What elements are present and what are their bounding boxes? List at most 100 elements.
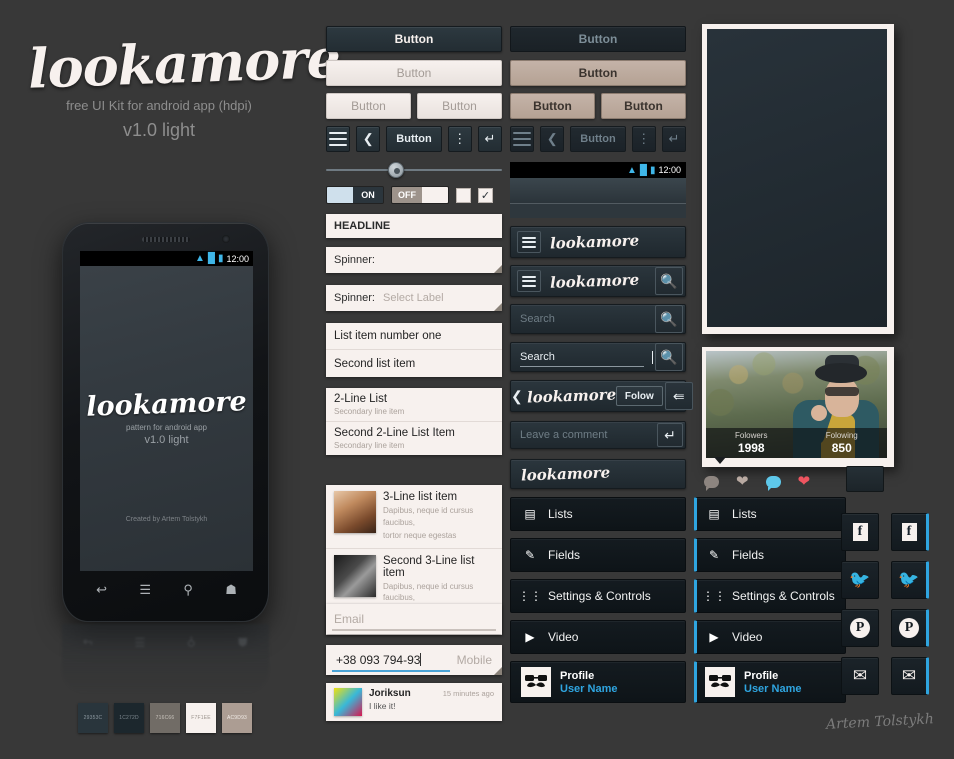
menu-icon[interactable] xyxy=(510,126,535,152)
list-item[interactable]: List item number one xyxy=(326,323,502,350)
comment-input-bar[interactable]: Leave a comment ↵ xyxy=(510,421,686,449)
sidebar-item-profile-accent[interactable]: Profile User Name xyxy=(694,661,846,703)
profile-username: User Name xyxy=(560,682,618,695)
menu-icon[interactable] xyxy=(517,231,541,253)
phone-search-icon[interactable]: ⚲ xyxy=(183,582,193,598)
phone-field-panel[interactable]: +38 093 794-93 Mobile xyxy=(326,645,502,675)
person-hand xyxy=(811,405,827,421)
sidebar-item-label: Settings & Controls xyxy=(732,589,835,603)
email-icon[interactable]: ✉ xyxy=(841,657,879,695)
back-icon[interactable]: ❮ xyxy=(356,126,381,152)
tan-button-pair-right[interactable]: Button xyxy=(601,93,686,119)
comment-bubble-blue-icon[interactable] xyxy=(765,475,781,491)
button-pair-left[interactable]: Button xyxy=(326,93,411,119)
car-thumbnail-icon xyxy=(334,554,376,597)
heart-grey-icon[interactable]: ❤ xyxy=(736,474,749,489)
toggle-on[interactable]: ON xyxy=(326,186,384,204)
pinterest-icon-accent[interactable]: P xyxy=(891,609,929,647)
search-input-wrap[interactable]: Search xyxy=(511,343,653,371)
search-input[interactable]: Search xyxy=(511,313,653,325)
portrait-thumbnail-icon xyxy=(334,491,376,533)
back-icon[interactable]: ❮ xyxy=(511,388,523,405)
sidebar-item-settings-accent[interactable]: ⋮⋮ Settings & Controls xyxy=(694,579,846,613)
slider-knob[interactable] xyxy=(388,162,404,178)
secondary-button[interactable]: Button xyxy=(326,60,502,86)
comment-bubble-grey-icon[interactable] xyxy=(704,475,719,491)
email-icon-accent[interactable]: ✉ xyxy=(891,657,929,695)
spinner-filled[interactable]: Spinner: Select Label xyxy=(326,285,502,311)
toggle-off[interactable]: OFF xyxy=(391,186,449,204)
list-item[interactable]: Second list item xyxy=(326,350,502,377)
toolbar-button[interactable]: Button xyxy=(570,126,626,152)
checkbox-unchecked[interactable] xyxy=(456,187,471,203)
sidebar-item-profile[interactable]: Profile User Name xyxy=(510,661,686,703)
enter-icon[interactable]: ↵ xyxy=(657,423,683,447)
primary-button[interactable]: Button xyxy=(326,26,502,52)
email-field[interactable]: Email xyxy=(326,604,502,634)
spinner-empty-row[interactable]: Spinner: xyxy=(326,247,502,273)
action-bar-with-search[interactable]: lookamore 🔍 xyxy=(510,265,686,297)
phone-menu-icon[interactable]: ☰ xyxy=(139,582,151,598)
back-icon[interactable]: ❮ xyxy=(540,126,565,152)
slider[interactable] xyxy=(326,160,502,180)
sidebar-item-video[interactable]: ▶ Video xyxy=(510,620,686,654)
menu-icon[interactable] xyxy=(326,126,351,152)
search-icon[interactable]: 🔍 xyxy=(655,305,683,333)
overflow-icon[interactable]: ⋮ xyxy=(631,126,656,152)
ghost-button[interactable]: Button xyxy=(510,26,686,52)
list-item[interactable]: 3-Line list item Dapibus, neque id cursu… xyxy=(326,485,502,549)
facebook-icon-accent[interactable]: f xyxy=(891,513,929,551)
checkbox-checked[interactable]: ✓ xyxy=(478,187,493,203)
color-swatch: 1C272D xyxy=(114,703,144,733)
action-bar-title[interactable]: lookamore xyxy=(510,226,686,258)
toolbar-button[interactable]: Button xyxy=(386,126,442,152)
search-input-active[interactable]: Search xyxy=(511,351,653,363)
profile-action-bar[interactable]: ❮ lookamore Folow ⇚ xyxy=(510,380,693,412)
phone-reflection: ↩ ☰ ⚲ ☗ xyxy=(62,624,269,694)
enter-icon[interactable]: ↵ xyxy=(477,126,502,152)
comment-panel[interactable]: Joriksun 15 minutes ago I like it! xyxy=(326,683,502,721)
tan-button[interactable]: Button xyxy=(510,60,686,86)
tan-button-pair-left[interactable]: Button xyxy=(510,93,595,119)
sidebar-item-lists-accent[interactable]: ▤ Lists xyxy=(694,497,846,531)
button-pair-right[interactable]: Button xyxy=(417,93,502,119)
heart-red-icon[interactable]: ❤ xyxy=(798,474,811,489)
sidebar-item-fields-accent[interactable]: ✎ Fields xyxy=(694,538,846,572)
list-item[interactable]: 2-Line List Secondary line item xyxy=(326,388,502,422)
search-icon[interactable]: 🔍 xyxy=(655,267,683,295)
phone-app-version: v1.0 light xyxy=(144,434,189,446)
phone-home-icon[interactable]: ☗ xyxy=(225,582,237,598)
menu-icon[interactable] xyxy=(517,270,541,292)
follow-button[interactable]: Folow xyxy=(615,386,663,406)
toggle-checkbox-row: ON OFF ✓ xyxy=(326,186,502,204)
share-icon[interactable]: ⇚ xyxy=(664,382,693,410)
overflow-icon[interactable]: ⋮ xyxy=(447,126,472,152)
sidebar-item-settings[interactable]: ⋮⋮ Settings & Controls xyxy=(510,579,686,613)
toggle-on-label: ON xyxy=(353,187,383,203)
spinner-filled-row[interactable]: Spinner: Select Label xyxy=(326,285,502,311)
search-bar-active[interactable]: Search 🔍 xyxy=(510,342,686,372)
facebook-glyph: f xyxy=(852,523,868,541)
twitter-icon[interactable]: 🐦 xyxy=(841,561,879,599)
search-bar-empty[interactable]: Search 🔍 xyxy=(510,304,686,334)
spinner-empty[interactable]: Spinner: xyxy=(326,247,502,273)
pinterest-icon[interactable]: P xyxy=(841,609,879,647)
list-item[interactable]: Second 2-Line List Item Secondary line i… xyxy=(326,422,502,455)
status-bar-sample: ▲ █ ▮ 12:00 xyxy=(510,162,686,218)
phone-nav-bar[interactable]: ↩ ☰ ⚲ ☗ xyxy=(80,575,253,605)
comment-input[interactable]: Leave a comment xyxy=(511,429,655,441)
twitter-icon-accent[interactable]: 🐦 xyxy=(891,561,929,599)
enter-icon[interactable]: ↵ xyxy=(661,126,686,152)
phone-field-label: Mobile xyxy=(456,653,492,667)
comment-item[interactable]: Joriksun 15 minutes ago I like it! xyxy=(326,683,502,721)
search-icon[interactable]: 🔍 xyxy=(655,343,683,371)
sidebar-item-fields[interactable]: ✎ Fields xyxy=(510,538,686,572)
email-field-panel[interactable]: Email xyxy=(326,604,502,634)
sidebar-item-lists[interactable]: ▤ Lists xyxy=(510,497,686,531)
sidebar-item-video-accent[interactable]: ▶ Video xyxy=(694,620,846,654)
facebook-icon[interactable]: f xyxy=(841,513,879,551)
phone-field[interactable]: +38 093 794-93 Mobile xyxy=(326,645,502,675)
photo-card[interactable]: Folowers 1998 Folowing 850 xyxy=(702,347,894,467)
phone-back-icon[interactable]: ↩ xyxy=(96,582,107,598)
video-icon: ▶ xyxy=(709,630,719,644)
